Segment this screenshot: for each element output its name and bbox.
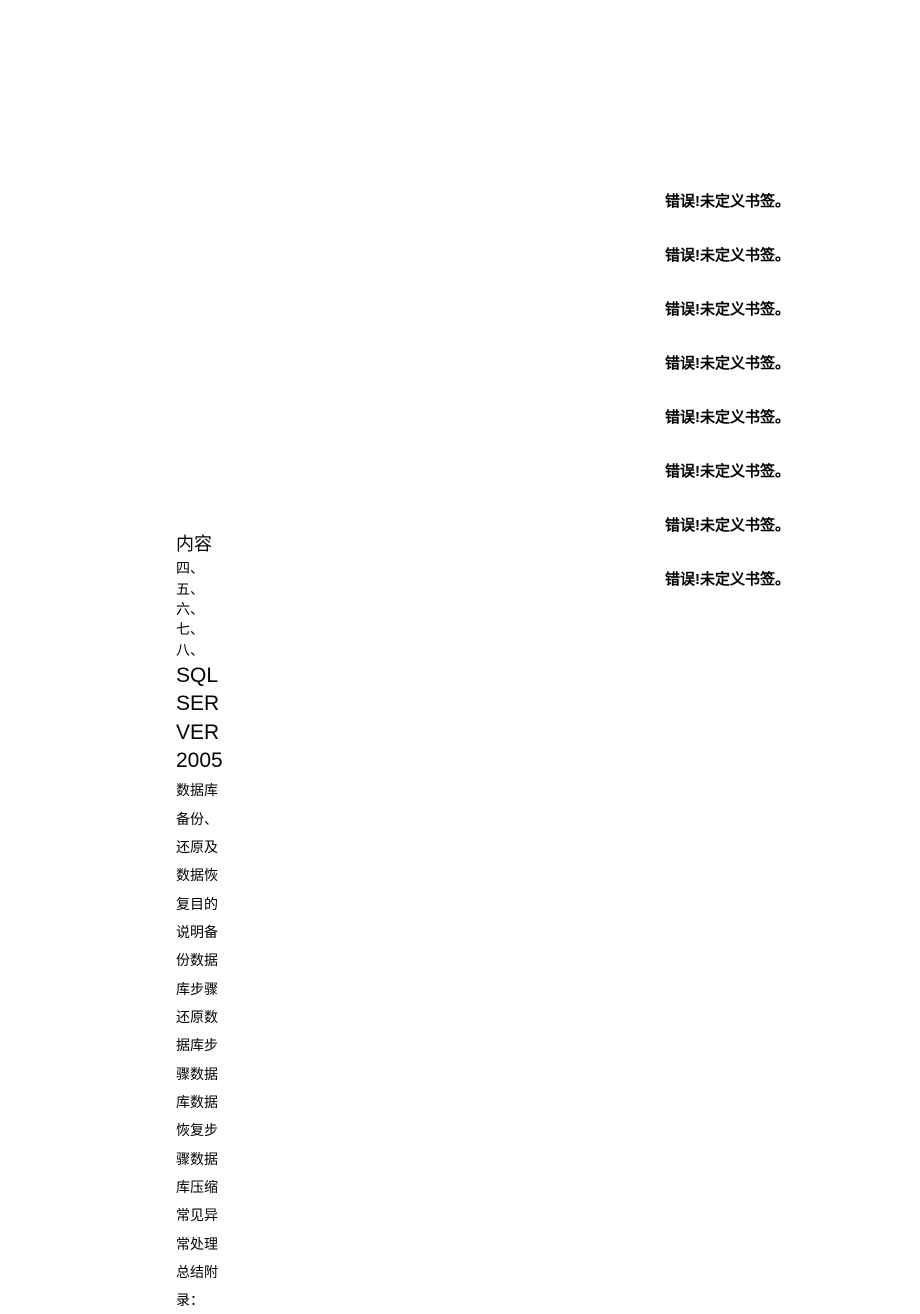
bookmark-error: 错误!未定义书签。 xyxy=(665,298,790,319)
bookmark-error: 错误!未定义书签。 xyxy=(665,568,790,589)
content-heading: 内容 xyxy=(176,533,228,556)
content-body-text: 数据库备份、还原及数据恢复目的说明备份数据库步骤还原数据库步骤数据库数据恢复步骤… xyxy=(176,782,218,1308)
content-title: SQL SERVER 2005 数据库备份、还原及数据恢复目的说明备份数据库步骤还… xyxy=(176,662,228,1314)
bookmark-error: 错误!未定义书签。 xyxy=(665,244,790,265)
content-section-numbers: 四、五、六、七、八、 xyxy=(176,558,228,659)
bookmark-error: 错误!未定义书签。 xyxy=(665,190,790,211)
bookmark-error: 错误!未定义书签。 xyxy=(665,406,790,427)
content-title-main: SQL SERVER 2005 xyxy=(176,664,223,772)
bookmark-error: 错误!未定义书签。 xyxy=(665,514,790,535)
bookmark-error: 错误!未定义书签。 xyxy=(665,352,790,373)
document-page: 错误!未定义书签。 错误!未定义书签。 错误!未定义书签。 错误!未定义书签。 … xyxy=(0,0,920,1276)
content-column: 内容 四、五、六、七、八、 SQL SERVER 2005 数据库备份、还原及数据… xyxy=(176,533,228,1314)
error-list: 错误!未定义书签。 错误!未定义书签。 错误!未定义书签。 错误!未定义书签。 … xyxy=(665,190,790,622)
bookmark-error: 错误!未定义书签。 xyxy=(665,460,790,481)
